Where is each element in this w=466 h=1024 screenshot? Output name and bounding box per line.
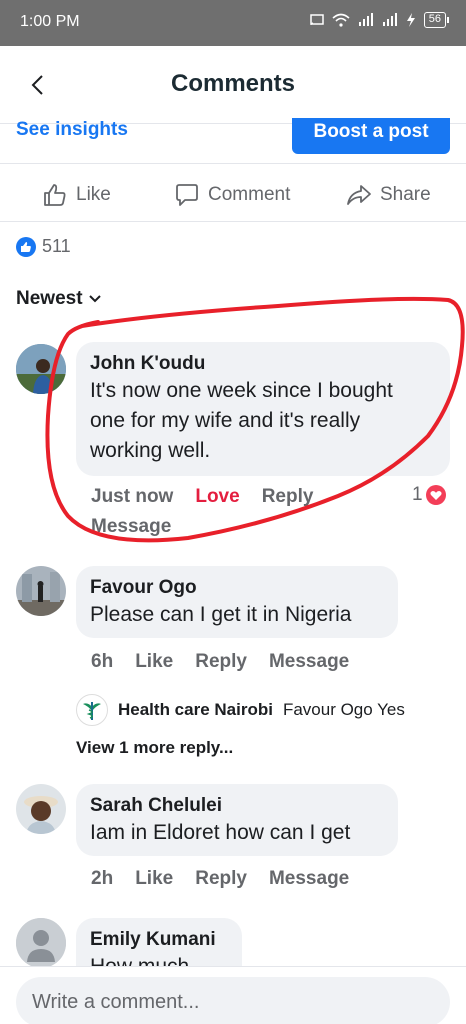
- commenter-name[interactable]: Sarah Chelulei: [90, 794, 384, 818]
- comment-meta: Just now Love Reply: [91, 486, 335, 508]
- status-icons: 56: [310, 12, 450, 28]
- avatar-john[interactable]: [16, 344, 66, 394]
- signal-icon: [358, 13, 373, 26]
- sort-dropdown[interactable]: Newest: [16, 288, 101, 310]
- composer-bar: Write a comment...: [0, 966, 466, 1024]
- reply-text: Favour Ogo Yes: [282, 700, 405, 719]
- reply-author: Health care Nairobi: [118, 700, 273, 719]
- charging-icon: [406, 13, 415, 27]
- share-label: Share: [380, 184, 431, 205]
- love-reaction-icon: [425, 485, 446, 505]
- message-button[interactable]: Message: [269, 868, 349, 889]
- comment-reaction-count: 1: [412, 484, 423, 505]
- health-care-logo-icon: [76, 694, 108, 726]
- view-more-replies-link[interactable]: View 1 more reply...: [76, 738, 233, 758]
- like-reaction-icon: [16, 236, 36, 257]
- reaction-summary[interactable]: 511: [16, 236, 71, 257]
- commenter-name[interactable]: Emily Kumani: [90, 928, 228, 952]
- post-actions: Like Comment Share: [0, 166, 466, 222]
- share-arrow-icon: [347, 185, 371, 205]
- comment-bubble: Favour Ogo Please can I get it in Nigeri…: [76, 566, 398, 638]
- commenter-name[interactable]: Favour Ogo: [90, 576, 384, 600]
- like-label: Like: [76, 184, 111, 205]
- reply-button[interactable]: Reply: [195, 868, 247, 889]
- reply-button[interactable]: Reply: [262, 486, 314, 507]
- comment-label: Comment: [208, 184, 291, 205]
- comment-meta: 6h Like Reply Message: [91, 651, 371, 673]
- boost-post-button[interactable]: Boost a post: [292, 118, 450, 154]
- comment-text: Iam in Eldoret how can I get: [90, 821, 351, 844]
- comment-text-line: It's now one week since I bought: [90, 379, 393, 402]
- wifi-icon: [332, 13, 350, 27]
- chevron-down-icon: [88, 295, 101, 303]
- message-button[interactable]: Message: [91, 516, 171, 538]
- comment-bubble: John K'oudu It's now one week since I bo…: [76, 342, 450, 476]
- thumbs-up-icon: [44, 184, 66, 206]
- comment-text-line: working well.: [90, 439, 211, 462]
- comment-text: Please can I get it in Nigeria: [90, 603, 352, 626]
- battery-indicator: 56: [423, 12, 450, 28]
- page-title: Comments: [170, 70, 296, 97]
- comment-meta: 2h Like Reply Message: [91, 868, 371, 890]
- comment-bubble-icon: [176, 184, 198, 206]
- avatar-favour[interactable]: [16, 566, 66, 616]
- comment-text-line: one for my wife and it's really: [90, 409, 361, 432]
- status-time: 1:00 PM: [20, 13, 80, 30]
- comment-reaction[interactable]: 1: [412, 484, 447, 506]
- comment-time: 6h: [91, 651, 114, 672]
- signal-icon-2: [382, 13, 397, 26]
- avatar-sarah[interactable]: [16, 784, 66, 834]
- avatar-emily[interactable]: [16, 918, 66, 968]
- see-insights-link[interactable]: See insights: [16, 119, 128, 141]
- reply-button[interactable]: Reply: [195, 651, 247, 672]
- love-button[interactable]: Love: [195, 486, 239, 507]
- reply-preview[interactable]: Health care Nairobi Favour Ogo Yes: [76, 694, 405, 726]
- commenter-name[interactable]: John K'oudu: [90, 352, 436, 376]
- comment-input[interactable]: Write a comment...: [16, 977, 450, 1024]
- like-comment-button[interactable]: Like: [135, 651, 173, 672]
- reaction-count: 511: [42, 236, 71, 256]
- message-button[interactable]: Message: [269, 651, 349, 672]
- post-insights-row: See insights Boost a post: [0, 118, 466, 164]
- comment-button[interactable]: Comment: [174, 182, 290, 208]
- header: Comments: [0, 46, 466, 124]
- comment-bubble: Sarah Chelulei Iam in Eldoret how can I …: [76, 784, 398, 856]
- comment-time: Just now: [91, 486, 174, 507]
- sort-label: Newest: [16, 288, 83, 309]
- cast-icon: [310, 14, 324, 26]
- comment-time: 2h: [91, 868, 114, 889]
- status-bar: 1:00 PM 56: [0, 0, 466, 46]
- share-button[interactable]: Share: [346, 182, 431, 208]
- like-comment-button[interactable]: Like: [135, 868, 173, 889]
- like-button[interactable]: Like: [42, 182, 111, 208]
